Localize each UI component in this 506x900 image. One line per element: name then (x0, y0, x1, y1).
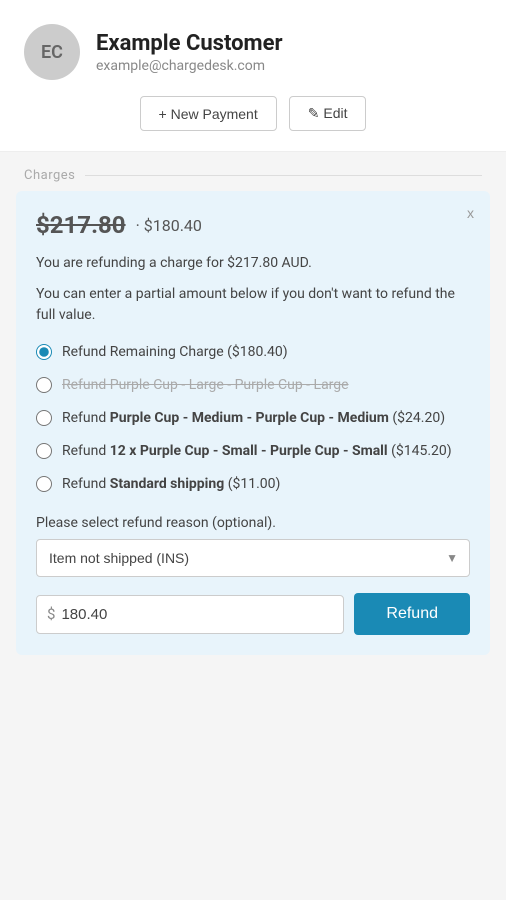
radio-label-3: Refund Purple Cup - Medium - Purple Cup … (62, 408, 445, 429)
dollar-sign-icon: $ (47, 605, 55, 623)
current-price: · $180.40 (136, 216, 202, 235)
radio-label-4: Refund 12 x Purple Cup - Small - Purple … (62, 441, 452, 462)
customer-email: example@chargedesk.com (96, 58, 283, 74)
reason-select[interactable]: Item not shipped (INS) Duplicate charge … (36, 539, 470, 577)
header: EC Example Customer example@chargedesk.c… (0, 0, 506, 152)
radio-input-5[interactable] (36, 476, 52, 492)
amount-input-wrapper: $ (36, 595, 344, 634)
radio-input-1[interactable] (36, 344, 52, 360)
radio-options: Refund Remaining Charge ($180.40) Refund… (36, 342, 470, 495)
customer-name: Example Customer (96, 31, 283, 56)
reason-select-wrapper: Item not shipped (INS) Duplicate charge … (36, 539, 470, 577)
radio-option-2[interactable]: Refund Purple Cup - Large - Purple Cup -… (36, 375, 470, 396)
refund-button[interactable]: Refund (354, 593, 470, 635)
price-row: $217.80 · $180.40 (36, 211, 470, 239)
amount-input[interactable] (61, 596, 333, 633)
radio-option-5[interactable]: Refund Standard shipping ($11.00) (36, 474, 470, 495)
refund-panel: x $217.80 · $180.40 You are refunding a … (16, 191, 490, 655)
bottom-row: $ Refund (36, 593, 470, 635)
close-button[interactable]: x (467, 205, 474, 221)
refund-reason-section: Please select refund reason (optional). … (36, 515, 470, 577)
radio-input-4[interactable] (36, 443, 52, 459)
description-line2: You can enter a partial amount below if … (36, 284, 470, 326)
action-buttons: + New Payment ✎ Edit (140, 96, 367, 131)
description-line1: You are refunding a charge for $217.80 A… (36, 253, 470, 274)
radio-option-1[interactable]: Refund Remaining Charge ($180.40) (36, 342, 470, 363)
avatar-row: EC Example Customer example@chargedesk.c… (24, 24, 283, 80)
radio-input-3[interactable] (36, 410, 52, 426)
customer-info: Example Customer example@chargedesk.com (96, 31, 283, 74)
radio-option-4[interactable]: Refund 12 x Purple Cup - Small - Purple … (36, 441, 470, 462)
radio-option-3[interactable]: Refund Purple Cup - Medium - Purple Cup … (36, 408, 470, 429)
avatar: EC (24, 24, 80, 80)
radio-label-5: Refund Standard shipping ($11.00) (62, 474, 280, 495)
new-payment-button[interactable]: + New Payment (140, 96, 277, 131)
charges-section-label: Charges (0, 152, 506, 191)
refund-reason-label: Please select refund reason (optional). (36, 515, 470, 531)
radio-label-2: Refund Purple Cup - Large - Purple Cup -… (62, 375, 349, 396)
original-price: $217.80 (36, 211, 126, 239)
edit-button[interactable]: ✎ Edit (289, 96, 367, 131)
radio-input-2[interactable] (36, 377, 52, 393)
radio-label-1: Refund Remaining Charge ($180.40) (62, 342, 288, 363)
